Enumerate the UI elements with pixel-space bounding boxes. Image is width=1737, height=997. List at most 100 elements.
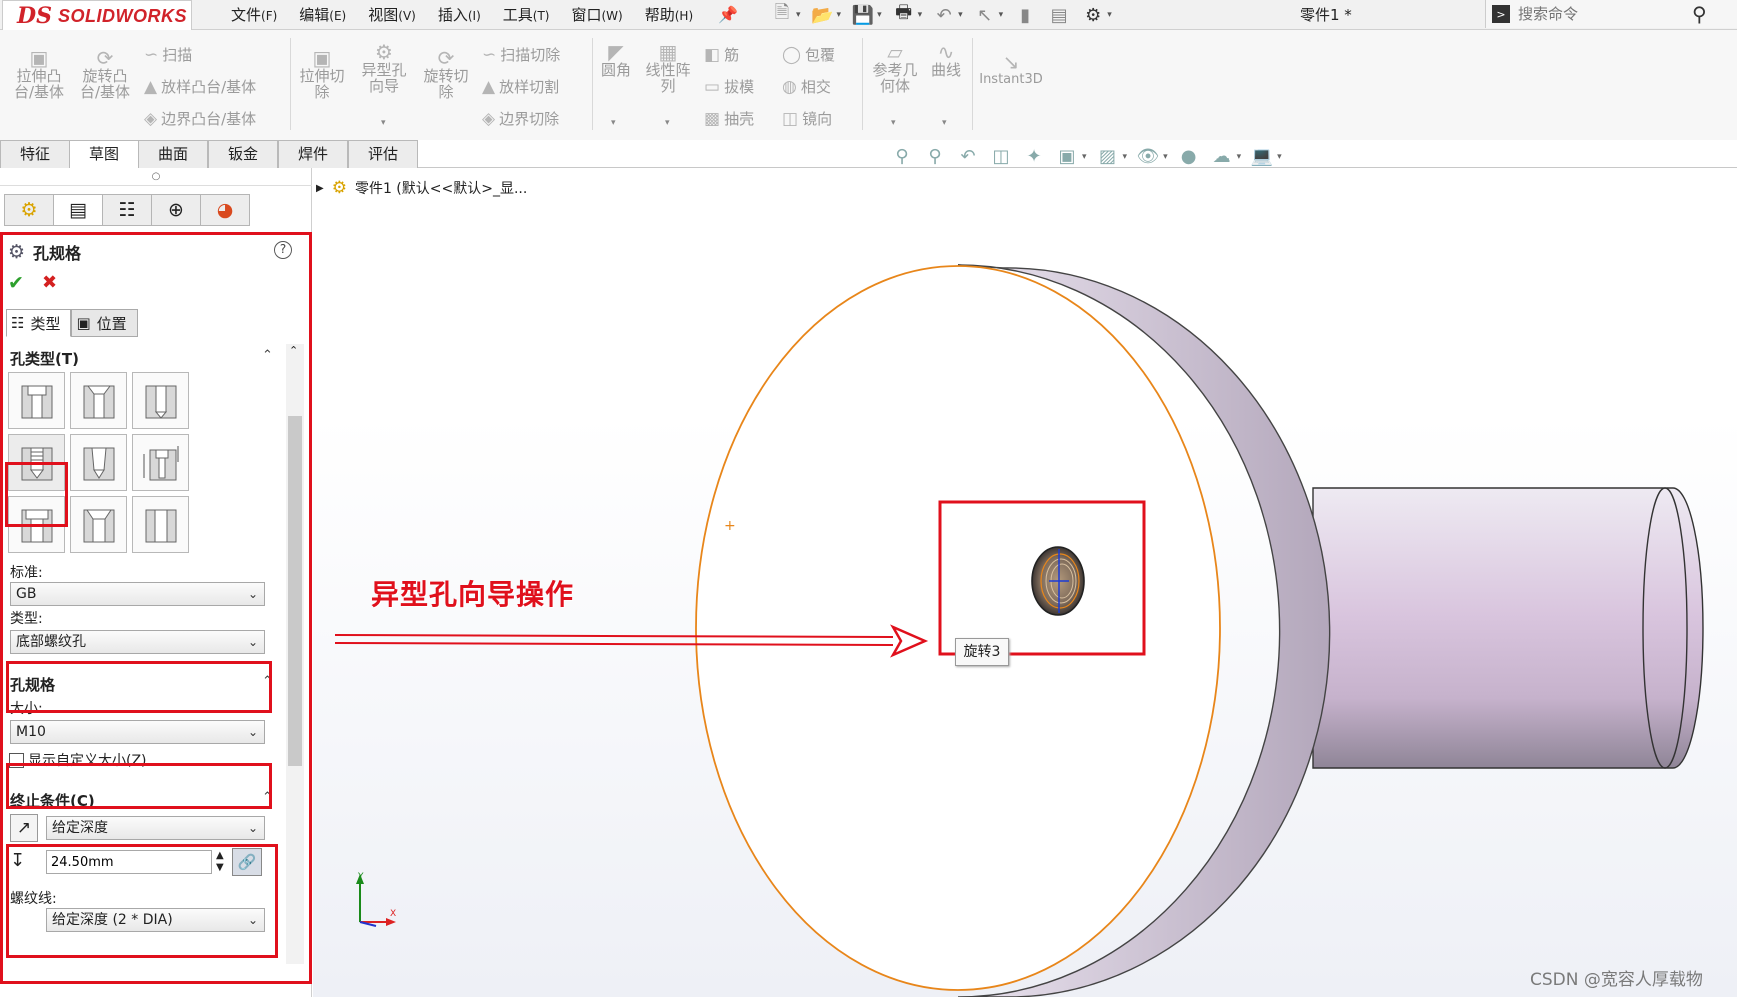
scrollbar-thumb[interactable] <box>288 416 302 766</box>
end-condition-select[interactable]: 给定深度 ⌄ <box>46 816 265 840</box>
zoom-to-area-icon[interactable]: ⚲ <box>923 146 947 167</box>
legacy-hole-button[interactable] <box>132 434 189 491</box>
tab-features[interactable]: 特征 <box>0 140 70 168</box>
boundary-cut-button[interactable]: ◈ 边界切除 <box>482 108 559 129</box>
tab-evaluate[interactable]: 评估 <box>348 140 418 168</box>
rebuild-icon[interactable]: ▮ <box>1013 3 1037 27</box>
command-search[interactable]: > ⚲ <box>1485 0 1737 28</box>
collapse-chevron-icon[interactable]: ⌃ <box>262 790 273 805</box>
straight-slot-button[interactable] <box>132 496 189 553</box>
tab-position[interactable]: ▣ 位置 <box>71 309 138 337</box>
thread-condition-select[interactable]: 给定深度 (2 * DIA) ⌄ <box>46 908 265 932</box>
shell-button[interactable]: ▩ 抽壳 <box>704 108 754 129</box>
loft-cut-button[interactable]: ▲ 放样切割 <box>482 76 559 97</box>
print-icon[interactable]: 🖶 <box>892 2 916 27</box>
collapse-chevron-icon[interactable]: ⌃ <box>262 348 273 363</box>
search-input[interactable] <box>1518 5 1688 23</box>
custom-size-checkbox[interactable] <box>9 752 24 768</box>
wrap-button[interactable]: ◯ 包覆 <box>782 44 835 65</box>
tapped-hole-button[interactable] <box>8 434 65 491</box>
standard-select[interactable]: GB ⌄ <box>10 582 265 606</box>
menu-window[interactable]: 窗口(W) <box>560 4 633 26</box>
view-orientation-icon[interactable]: ▣ <box>1055 146 1079 167</box>
reference-geometry-button[interactable]: ▱ 参考几何体 <box>868 42 922 94</box>
hole-size-select[interactable]: M10 ⌄ <box>10 720 265 744</box>
menu-tools[interactable]: 工具(T) <box>492 4 561 26</box>
open-folder-icon[interactable]: 📂 <box>811 3 835 27</box>
zoom-to-fit-icon[interactable]: ⚲ <box>890 146 914 167</box>
dynamic-annotation-icon[interactable]: ✦ <box>1022 146 1046 167</box>
draft-button[interactable]: ▭ 拔模 <box>704 76 754 97</box>
new-document-icon[interactable]: 🗎 <box>770 2 794 27</box>
display-style-icon[interactable]: ▨ <box>1096 146 1120 167</box>
menu-insert[interactable]: 插入(I) <box>427 4 492 26</box>
ok-check-icon[interactable]: ✔ <box>8 272 24 294</box>
menu-edit[interactable]: 编辑(E) <box>288 4 357 26</box>
save-icon[interactable]: 💾 <box>851 3 875 27</box>
pipe-tap-button[interactable] <box>70 434 127 491</box>
custom-size-option[interactable]: 显示自定义大小(Z) <box>9 750 147 770</box>
hole-type-select[interactable]: 底部螺纹孔 ⌄ <box>10 630 265 654</box>
menu-file[interactable]: 文件(F) <box>220 4 288 26</box>
pin-icon[interactable]: 📌 <box>718 5 738 24</box>
link-value-icon[interactable]: 🔗 <box>232 848 262 876</box>
rib-button[interactable]: ◧ 筋 <box>704 44 739 65</box>
undo-icon[interactable]: ↶ <box>932 3 956 27</box>
revolve-boss-button[interactable]: ⟳ 旋转凸台/基体 <box>76 48 134 100</box>
feature-tree-flyout[interactable]: ▶ ⚙ 零件1 (默认<<默认>_显... <box>316 178 527 198</box>
dimxpert-tab-icon[interactable]: ⊕ <box>151 194 201 226</box>
revolve-cut-button[interactable]: ⟳ 旋转切除 <box>418 48 474 100</box>
appearance-tab-icon[interactable]: ◕ <box>200 194 250 226</box>
countersink-hole-button[interactable] <box>70 372 127 429</box>
hole-wizard-button[interactable]: ⚙ 异型孔向导 <box>356 42 412 94</box>
tab-type[interactable]: ☷ 类型 <box>6 309 72 337</box>
tab-sheet-metal[interactable]: 钣金 <box>208 140 278 168</box>
intersect-button[interactable]: ◍ 相交 <box>782 76 831 97</box>
chevron-down-icon: ⌄ <box>247 725 258 739</box>
search-icon[interactable]: ⚲ <box>1692 2 1707 26</box>
configuration-tab-icon[interactable]: ☷ <box>102 194 152 226</box>
panel-splitter-handle[interactable]: ○ <box>0 168 312 186</box>
gear-icon[interactable]: ⚙ <box>1081 3 1105 27</box>
hide-show-items-icon[interactable]: 👁 <box>1136 146 1160 167</box>
mirror-button[interactable]: ◫ 镜向 <box>782 108 832 129</box>
edit-appearance-icon[interactable]: ● <box>1177 146 1201 167</box>
help-icon[interactable]: ? <box>274 241 292 259</box>
countersink-slot-button[interactable] <box>70 496 127 553</box>
command-tabs: 特征 草图 曲面 钣金 焊件 评估 <box>0 140 1737 168</box>
sweep-cut-button[interactable]: ∽ 扫描切除 <box>482 44 560 65</box>
linear-pattern-button[interactable]: ▦ 线性阵列 <box>644 42 692 94</box>
counterbore-slot-button[interactable] <box>8 496 65 553</box>
tab-sketch[interactable]: 草图 <box>69 140 139 168</box>
boundary-boss-button[interactable]: ◈ 边界凸台/基体 <box>144 108 256 129</box>
depth-input[interactable] <box>46 850 212 874</box>
curves-button[interactable]: ∿ 曲线 <box>928 42 964 78</box>
instant3d-button[interactable]: ↘ Instant3D <box>978 52 1044 88</box>
solidworks-logo[interactable]: DS SOLIDWORKS <box>2 0 192 32</box>
depth-spinner[interactable]: ▲ ▼ <box>216 850 224 874</box>
extrude-cut-button[interactable]: ▣ 拉伸切除 <box>296 48 348 100</box>
fillet-button[interactable]: ◤ 圆角 <box>598 42 634 78</box>
view-settings-icon[interactable]: 💻 <box>1250 146 1274 167</box>
extrude-boss-button[interactable]: ▣ 拉伸凸台/基体 <box>10 48 68 100</box>
property-manager-tab-icon[interactable]: ▤ <box>53 194 103 226</box>
tab-surfaces[interactable]: 曲面 <box>138 140 208 168</box>
feature-tree-tab-icon[interactable]: ⚙ <box>4 194 54 226</box>
simple-hole-button[interactable] <box>132 372 189 429</box>
file-properties-icon[interactable]: ▤ <box>1047 3 1071 27</box>
pm-scrollbar[interactable]: ⌃ <box>286 344 304 964</box>
cancel-x-icon[interactable]: ✖ <box>42 272 57 293</box>
counterbore-hole-button[interactable] <box>8 372 65 429</box>
tab-weldments[interactable]: 焊件 <box>278 140 348 168</box>
apply-scene-icon[interactable]: ☁ <box>1210 146 1234 167</box>
collapse-chevron-icon[interactable]: ⌃ <box>262 674 273 689</box>
previous-view-icon[interactable]: ↶ <box>956 146 980 167</box>
menu-help[interactable]: 帮助(H) <box>634 4 704 26</box>
reverse-direction-icon[interactable]: ↗ <box>10 814 38 842</box>
menu-view[interactable]: 视图(V) <box>357 4 427 26</box>
loft-boss-button[interactable]: ▲ 放样凸台/基体 <box>144 76 256 97</box>
expand-arrow-icon[interactable]: ▶ <box>316 183 324 194</box>
sweep-button[interactable]: ∽ 扫描 <box>144 44 192 65</box>
select-arrow-icon[interactable]: ↖ <box>973 3 997 27</box>
section-view-icon[interactable]: ◫ <box>989 146 1013 167</box>
